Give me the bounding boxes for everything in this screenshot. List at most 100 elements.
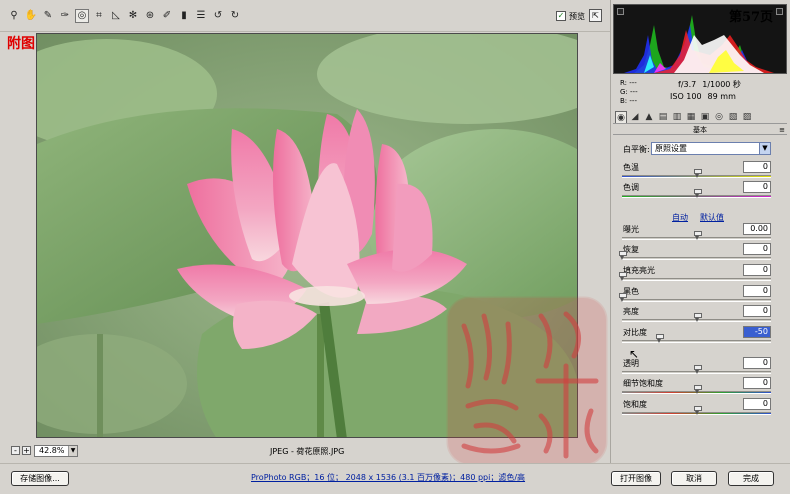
straighten-tool-icon[interactable]: ◺ bbox=[109, 9, 123, 23]
slider-value-field[interactable]: 0 bbox=[743, 181, 771, 193]
slider-track[interactable] bbox=[619, 251, 771, 260]
slider-value-field[interactable]: 0 bbox=[743, 305, 771, 317]
g-label: G: bbox=[620, 88, 628, 96]
panel-menu-icon[interactable]: ≡ bbox=[779, 126, 785, 134]
image-preview[interactable] bbox=[36, 33, 578, 438]
slider-label: 色温 bbox=[623, 163, 639, 172]
lotus-photo bbox=[37, 34, 577, 437]
slider-label: 曝光 bbox=[623, 225, 639, 234]
b-label: B: bbox=[620, 97, 628, 105]
shutter-value: 1/1000 秒 bbox=[702, 80, 741, 89]
exif-info: f/3.7 1/1000 秒 ISO 100 89 mm bbox=[670, 79, 747, 103]
section-header: 基本 ≡ bbox=[613, 126, 787, 135]
tab-hsl-icon[interactable]: ▤ bbox=[657, 111, 669, 123]
color-sampler-tool-icon[interactable]: ✑ bbox=[58, 9, 72, 23]
red-eye-tool-icon[interactable]: ⊛ bbox=[143, 9, 157, 23]
hand-tool-icon[interactable]: ✋ bbox=[24, 9, 38, 23]
slider-label: 色调 bbox=[623, 183, 639, 192]
toolbar: ⚲ ✋ ✎ ✑ ◎ ⌗ ◺ ✻ ⊛ ✐ ▮ ☰ ↺ ↻ ✓ 预览 ⇱ bbox=[0, 0, 610, 32]
tab-split-toning-icon[interactable]: ▥ bbox=[671, 111, 683, 123]
white-balance-label: 白平衡: bbox=[623, 145, 650, 154]
slider-track[interactable] bbox=[622, 169, 771, 178]
slider-value-field[interactable]: 0 bbox=[743, 161, 771, 173]
tab-detail-icon[interactable]: ▲ bbox=[643, 111, 655, 123]
slider-label: 对比度 bbox=[623, 328, 647, 337]
section-title: 基本 bbox=[693, 126, 707, 134]
default-link[interactable]: 默认值 bbox=[700, 212, 724, 223]
slider-thumb[interactable] bbox=[619, 272, 627, 281]
white-balance-select[interactable]: 原照设置 ▼ bbox=[651, 142, 771, 155]
slider-thumb[interactable] bbox=[693, 385, 702, 394]
slider-track[interactable] bbox=[622, 385, 771, 394]
chevron-down-icon: ▼ bbox=[759, 143, 770, 154]
rotate-right-icon[interactable]: ↻ bbox=[228, 9, 242, 23]
slider-thumb[interactable] bbox=[693, 365, 702, 374]
slider-track[interactable] bbox=[622, 231, 771, 240]
slider-value-field[interactable]: -50 bbox=[743, 326, 771, 338]
filename-label: JPEG - 荷花原照.JPG bbox=[270, 447, 345, 456]
slider-value-field[interactable]: 0 bbox=[743, 243, 771, 255]
preview-checkbox[interactable]: ✓ bbox=[556, 11, 566, 21]
slider-thumb[interactable] bbox=[693, 189, 702, 198]
slider-thumb[interactable] bbox=[693, 231, 702, 240]
highlight-clipping-icon[interactable] bbox=[776, 8, 783, 15]
slider-track[interactable] bbox=[622, 334, 771, 343]
zoom-select[interactable]: 42.8% ▼ bbox=[34, 445, 78, 457]
save-image-button[interactable]: 存储图像... bbox=[11, 471, 69, 486]
fullscreen-icon[interactable]: ⇱ bbox=[589, 9, 602, 22]
slider-track[interactable] bbox=[619, 293, 771, 302]
auto-link[interactable]: 自动 bbox=[672, 212, 688, 223]
zoom-out-button[interactable]: - bbox=[11, 446, 20, 455]
slider-track[interactable] bbox=[622, 189, 771, 198]
crop-tool-icon[interactable]: ⌗ bbox=[92, 9, 106, 23]
zoom-tool-icon[interactable]: ⚲ bbox=[7, 9, 21, 23]
open-image-button[interactable]: 打开图像 bbox=[611, 471, 661, 486]
slider-value-field[interactable]: 0 bbox=[743, 398, 771, 410]
preview-label: 预览 bbox=[569, 12, 585, 21]
slider-value-field[interactable]: 0 bbox=[743, 264, 771, 276]
tab-tone-curve-icon[interactable]: ◢ bbox=[629, 111, 641, 123]
panel-tabs: ◉ ◢ ▲ ▤ ▥ ▦ ▣ ◎ ▧ ▨ bbox=[613, 111, 787, 124]
b-value: --- bbox=[629, 97, 637, 105]
graduated-filter-icon[interactable]: ▮ bbox=[177, 9, 191, 23]
slider-thumb[interactable] bbox=[619, 293, 627, 302]
white-balance-tool-icon[interactable]: ✎ bbox=[41, 9, 55, 23]
slider-track[interactable] bbox=[619, 272, 771, 281]
slider-value-field[interactable]: 0.00 bbox=[743, 223, 771, 235]
slider-thumb[interactable] bbox=[693, 169, 702, 178]
shadow-clipping-icon[interactable] bbox=[617, 8, 624, 15]
chevron-down-icon: ▼ bbox=[68, 446, 77, 456]
aperture-value: f/3.7 bbox=[678, 80, 697, 89]
slider-track[interactable] bbox=[622, 313, 771, 322]
spot-removal-tool-icon[interactable]: ✻ bbox=[126, 9, 140, 23]
workflow-options-link[interactable]: ProPhoto RGB；16 位； 2048 x 1536 (3.1 百万像素… bbox=[251, 472, 525, 483]
adjustment-brush-icon[interactable]: ✐ bbox=[160, 9, 174, 23]
white-balance-value: 原照设置 bbox=[655, 144, 687, 153]
preferences-icon[interactable]: ☰ bbox=[194, 9, 208, 23]
slider-track[interactable] bbox=[622, 406, 771, 415]
target-adjust-tool-icon[interactable]: ◎ bbox=[75, 9, 89, 23]
slider-track[interactable] bbox=[622, 365, 771, 374]
done-button[interactable]: 完成 bbox=[728, 471, 774, 486]
tab-snapshots-icon[interactable]: ▨ bbox=[741, 111, 753, 123]
slider-value-field[interactable]: 0 bbox=[743, 285, 771, 297]
slider-value-field[interactable]: 0 bbox=[743, 377, 771, 389]
tab-effects-icon[interactable]: ▣ bbox=[699, 111, 711, 123]
zoom-in-button[interactable]: + bbox=[22, 446, 31, 455]
tab-basic-icon[interactable]: ◉ bbox=[615, 111, 627, 123]
tab-camera-calibration-icon[interactable]: ◎ bbox=[713, 111, 725, 123]
rgb-readout: R: --- G: --- B: --- bbox=[620, 79, 638, 106]
mouse-cursor-icon: ↖ bbox=[629, 347, 640, 361]
r-value: --- bbox=[629, 79, 637, 87]
tab-lens-icon[interactable]: ▦ bbox=[685, 111, 697, 123]
slider-label: 饱和度 bbox=[623, 400, 647, 409]
tab-presets-icon[interactable]: ▧ bbox=[727, 111, 739, 123]
slider-thumb[interactable] bbox=[656, 334, 665, 343]
cancel-button[interactable]: 取消 bbox=[671, 471, 717, 486]
slider-thumb[interactable] bbox=[619, 251, 627, 260]
slider-value-field[interactable]: 0 bbox=[743, 357, 771, 369]
rotate-left-icon[interactable]: ↺ bbox=[211, 9, 225, 23]
slider-thumb[interactable] bbox=[693, 313, 702, 322]
slider-label: 亮度 bbox=[623, 307, 639, 316]
slider-thumb[interactable] bbox=[693, 406, 702, 415]
